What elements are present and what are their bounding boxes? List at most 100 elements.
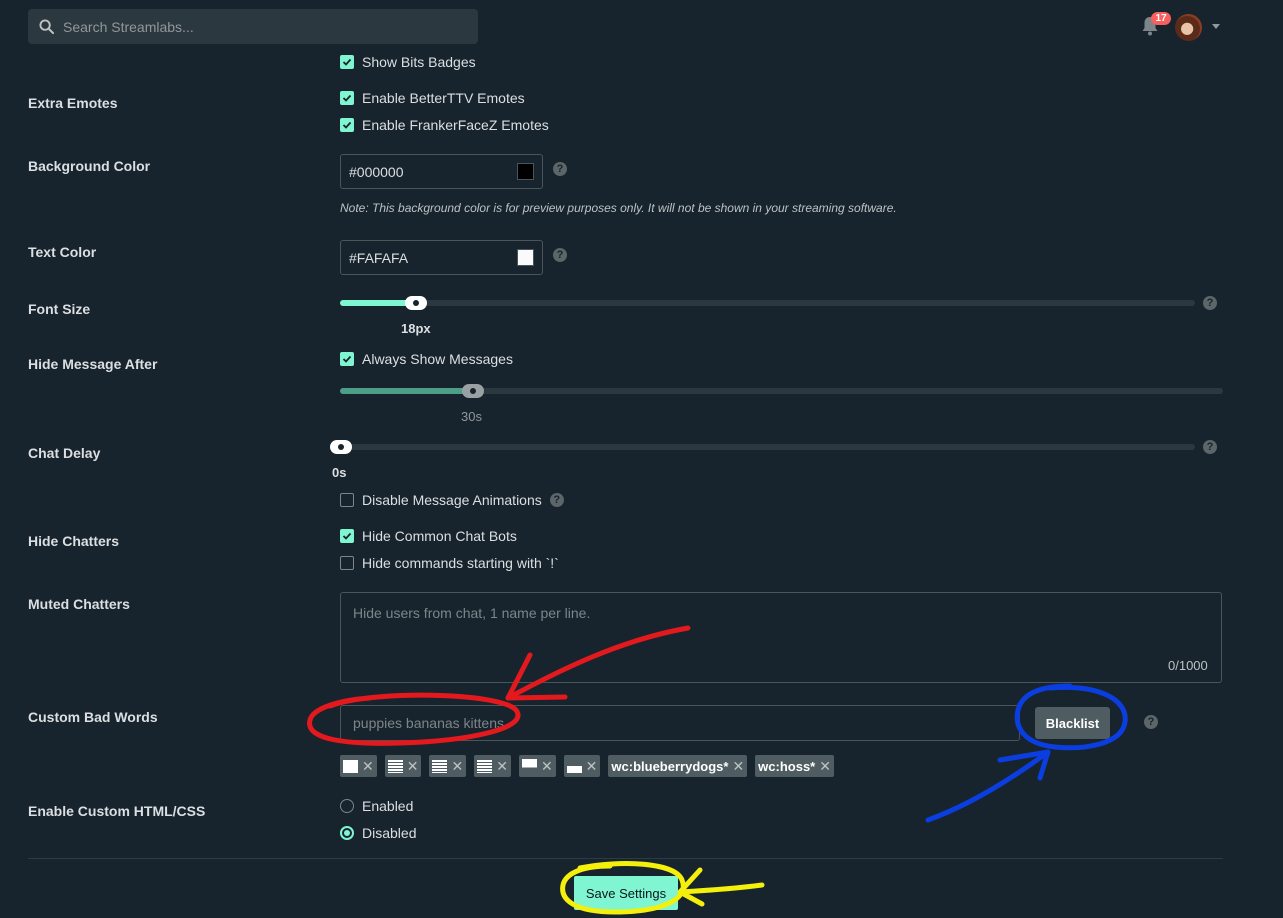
- bad-words-input[interactable]: [340, 705, 1020, 741]
- avatar[interactable]: [1175, 14, 1202, 41]
- chat-delay-slider[interactable]: [330, 440, 1195, 454]
- option-label: Hide commands starting with `!`: [362, 555, 559, 571]
- option-label: Enable FrankerFaceZ Emotes: [362, 117, 549, 133]
- save-settings-button[interactable]: Save Settings: [574, 876, 678, 910]
- help-icon[interactable]: ?: [1203, 440, 1217, 454]
- search-bar[interactable]: [28, 9, 478, 44]
- close-icon[interactable]: ✕: [586, 758, 598, 775]
- hide-commands-option[interactable]: Hide commands starting with `!`: [340, 555, 559, 571]
- option-label: Enable BetterTTV Emotes: [362, 90, 525, 106]
- custom-html-label: Enable Custom HTML/CSS: [28, 803, 206, 819]
- muted-chatters-textarea[interactable]: [340, 592, 1222, 683]
- bad-word-tag: ✕: [474, 755, 511, 777]
- help-icon[interactable]: ?: [553, 162, 567, 176]
- chevron-down-icon[interactable]: [1212, 24, 1220, 29]
- text-color-label: Text Color: [28, 244, 97, 260]
- yellow-arrow-head: [677, 867, 705, 907]
- bad-word-tag: ✕: [518, 755, 556, 777]
- option-bettertv[interactable]: Enable BetterTTV Emotes: [340, 90, 525, 106]
- close-icon[interactable]: ✕: [496, 758, 508, 775]
- chat-delay-label: Chat Delay: [28, 445, 101, 461]
- checkbox-checked-icon[interactable]: [340, 55, 354, 69]
- help-icon[interactable]: ?: [553, 248, 567, 262]
- glyph-box: [387, 759, 403, 773]
- glyph-box: [343, 759, 358, 773]
- close-icon[interactable]: ✕: [362, 758, 374, 775]
- color-swatch[interactable]: [517, 249, 534, 266]
- help-icon[interactable]: ?: [1144, 715, 1158, 729]
- radio-enabled-option[interactable]: Enabled: [340, 798, 413, 814]
- notification-badge: 17: [1151, 12, 1171, 25]
- checkbox-unchecked-icon[interactable]: [340, 556, 354, 570]
- custom-bad-words-label: Custom Bad Words: [28, 709, 158, 725]
- font-size-label: Font Size: [28, 301, 91, 317]
- blue-arrow-head: [997, 749, 1051, 781]
- option-frankerfacez[interactable]: Enable FrankerFaceZ Emotes: [340, 117, 549, 133]
- divider: [28, 858, 1223, 859]
- hide-message-value: 30s: [461, 409, 482, 424]
- font-size-slider[interactable]: [340, 296, 1195, 310]
- always-show-messages-option[interactable]: Always Show Messages: [340, 351, 513, 367]
- color-value: #000000: [349, 163, 404, 180]
- slider-fill: [340, 388, 473, 394]
- option-label: Always Show Messages: [362, 351, 513, 367]
- chat-delay-value: 0s: [332, 465, 347, 480]
- hide-chatters-label: Hide Chatters: [28, 533, 120, 549]
- radio-selected-icon[interactable]: [340, 826, 354, 840]
- text-color-input[interactable]: #FAFAFA: [340, 240, 543, 275]
- radio-unselected-icon[interactable]: [340, 799, 354, 813]
- character-counter: 0/1000: [1168, 658, 1208, 673]
- color-value: #FAFAFA: [349, 249, 409, 266]
- glyph-box: [566, 759, 582, 773]
- blacklist-button[interactable]: Blacklist: [1035, 707, 1110, 739]
- color-swatch[interactable]: [517, 163, 534, 180]
- bad-word-tag: ✕: [384, 755, 422, 777]
- close-icon[interactable]: ✕: [451, 758, 463, 775]
- slider-handle[interactable]: [330, 440, 352, 454]
- option-label: Disable Message Animations: [362, 492, 542, 508]
- close-icon[interactable]: ✕: [407, 758, 419, 775]
- bad-word-tag: ✕: [429, 755, 467, 777]
- background-color-label: Background Color: [28, 158, 151, 174]
- help-icon[interactable]: ?: [549, 493, 564, 507]
- disable-animations-option[interactable]: Disable Message Animations ?: [340, 492, 564, 508]
- hide-message-slider[interactable]: [340, 384, 1223, 398]
- background-color-note: Note: This background color is for previ…: [340, 201, 897, 215]
- option-label: Enabled: [362, 798, 414, 814]
- tag-label: wc:blueberrydogs*: [611, 758, 729, 774]
- hide-message-after-label: Hide Message After: [28, 356, 158, 372]
- checkbox-checked-icon[interactable]: [340, 352, 354, 366]
- bad-word-tag: ✕: [340, 755, 377, 777]
- bad-word-tag: wc:blueberrydogs* ✕: [608, 755, 748, 777]
- close-icon[interactable]: ✕: [732, 758, 744, 775]
- muted-chatters-label: Muted Chatters: [28, 596, 130, 612]
- extra-emotes-label: Extra Emotes: [28, 95, 118, 111]
- blue-arrow-shaft: [925, 749, 1051, 823]
- yellow-arrow-shaft: [677, 882, 765, 895]
- search-input[interactable]: [63, 18, 443, 35]
- checkbox-checked-icon[interactable]: [340, 118, 354, 132]
- checkbox-unchecked-icon[interactable]: [340, 493, 354, 507]
- option-label: Hide Common Chat Bots: [362, 528, 517, 544]
- checkbox-checked-icon[interactable]: [340, 91, 354, 105]
- checkbox-checked-icon[interactable]: [340, 529, 354, 543]
- slider-handle[interactable]: [462, 384, 484, 398]
- tag-label: wc:hoss*: [758, 758, 816, 774]
- bad-word-tag: ✕: [563, 755, 601, 777]
- show-bits-badges-option[interactable]: Show Bits Badges: [340, 54, 476, 70]
- search-icon: [39, 19, 54, 34]
- close-icon[interactable]: ✕: [541, 758, 553, 775]
- bad-words-tag-list: ✕ ✕ ✕ ✕ ✕ ✕ wc:blueberrydogs* ✕ wc:hoss* ✕: [340, 755, 834, 777]
- option-label: Show Bits Badges: [362, 54, 476, 70]
- close-icon[interactable]: ✕: [819, 758, 831, 775]
- radio-disabled-option[interactable]: Disabled: [340, 825, 416, 841]
- bad-word-tag: wc:hoss* ✕: [755, 755, 834, 777]
- annotation-overlay: [307, 625, 1128, 915]
- glyph-box: [432, 759, 448, 773]
- background-color-input[interactable]: #000000: [340, 154, 543, 189]
- slider-handle[interactable]: [405, 296, 427, 310]
- hide-chat-bots-option[interactable]: Hide Common Chat Bots: [340, 528, 517, 544]
- glyph-box: [477, 759, 493, 773]
- option-label: Disabled: [362, 825, 417, 841]
- help-icon[interactable]: ?: [1203, 296, 1217, 310]
